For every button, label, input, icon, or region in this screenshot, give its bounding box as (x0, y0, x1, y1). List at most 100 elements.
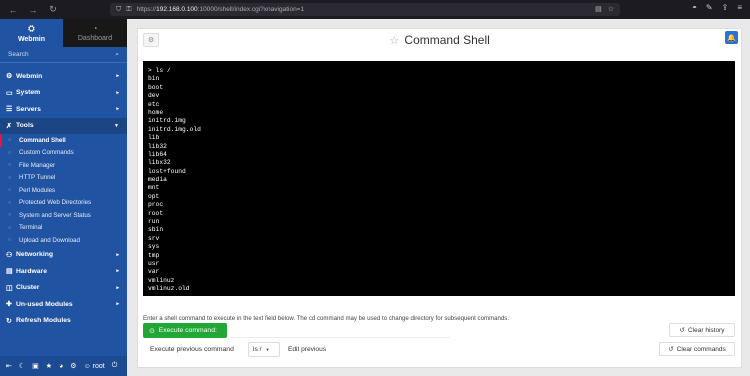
edit-previous-button[interactable]: Edit previous (284, 342, 330, 357)
sidebar-item-system[interactable]: ▭ System ▸ (0, 85, 127, 102)
monitor-icon: ▭ (6, 89, 13, 97)
terminal-line: boot (148, 83, 164, 91)
sidebar-search[interactable]: Search ⌕ (0, 47, 127, 63)
chevron-right-icon: ▸ (116, 268, 119, 275)
shield-icon: ⛉ (116, 5, 122, 13)
forward-icon[interactable]: → (26, 3, 40, 17)
check-circle-icon: ⊙ (149, 327, 155, 335)
night-mode-icon[interactable]: ☾ (19, 362, 25, 370)
sidebar-subitem[interactable]: ○ HTTP Tunnel (0, 172, 127, 185)
lock-icon: ⚿ (126, 5, 132, 13)
logout-icon[interactable]: ⇤ (6, 362, 12, 370)
wrench-icon: ✗ (6, 122, 12, 130)
terminal-line: initrd.img (148, 117, 186, 125)
favorite-star-icon[interactable]: ☆ (389, 35, 399, 47)
chevron-down-icon: ▼ (265, 347, 270, 352)
terminal-line: tmp (148, 251, 160, 259)
sidebar-subitem[interactable]: ○ Protected Web Directories (0, 197, 127, 210)
sidebar-subitem[interactable]: ○ Upload and Download (0, 234, 127, 247)
chevron-right-icon: ▸ (116, 89, 119, 96)
sidebar-item-label: Cluster (16, 284, 40, 292)
sidebar-subitem-label: File Manager (19, 161, 56, 169)
url-text: https://192.168.0.100:10000/shell/index.… (136, 6, 305, 13)
bullet-icon: ○ (8, 237, 12, 244)
bullet-icon: ○ (8, 199, 12, 206)
tab-webmin[interactable]: ⛭ Webmin (0, 19, 63, 47)
terminal-line: libx32 (148, 159, 171, 167)
user-name: root (92, 362, 105, 370)
sidebar-item-webmin[interactable]: ⚙ Webmin ▸ (0, 68, 127, 85)
puzzle-icon: ✚ (6, 301, 12, 309)
clear-history-button[interactable]: ↺ Clear history (669, 323, 735, 337)
sidebar-item-tools[interactable]: ✗ Tools ▼ (0, 117, 127, 134)
dashboard-icon: ◔ (92, 24, 98, 33)
chevron-right-icon: ▸ (116, 106, 119, 113)
terminal-line: bin (148, 75, 160, 83)
reload-icon[interactable]: ↻ (46, 3, 60, 17)
previous-command-label: Execute previous command (150, 346, 234, 353)
terminal-line: etc (148, 100, 160, 108)
sidebar-item-networking[interactable]: ⚇ Networking ▸ (0, 247, 127, 264)
cluster-icon: ◫ (6, 284, 13, 292)
sidebar-subitem[interactable]: ○ Custom Commands (0, 147, 127, 160)
sidebar-subitem[interactable]: ○ File Manager (0, 159, 127, 172)
sidebar-item-label: Servers (16, 105, 41, 113)
sidebar-item-label: Webmin (16, 72, 43, 80)
sidebar-subitem[interactable]: ○ System and Server Status (0, 209, 127, 222)
extensions-icon[interactable]: ✎ (706, 3, 713, 12)
sidebar-subitem-label: Terminal (19, 224, 43, 232)
power-icon[interactable]: ⏻ (112, 362, 118, 370)
url-bar[interactable]: ⛉ ⚿ https://192.168.0.100:10000/shell/in… (110, 3, 620, 16)
previous-command-select[interactable]: ls / ▼ (248, 342, 280, 357)
sidebar-item-un-used-modules[interactable]: ✚ Un-used Modules ▸ (0, 296, 127, 313)
webmin-logo-icon: ⛭ (28, 23, 35, 33)
command-input[interactable] (230, 323, 450, 338)
terminal-line: mnt (148, 184, 160, 192)
bullet-icon: ○ (8, 137, 12, 144)
bullet-icon: ○ (8, 174, 12, 181)
server-icon: ☰ (6, 106, 13, 114)
theme-icon[interactable]: ◕ (59, 363, 63, 370)
sidebar-subitem[interactable]: ○ Perl Modules (0, 184, 127, 197)
gear-icon: ⚙ (6, 73, 13, 81)
sidebar-item-cluster[interactable]: ◫ Cluster ▸ (0, 280, 127, 297)
terminal-line: dev (148, 92, 160, 100)
terminal-line: lib32 (148, 142, 167, 150)
chevron-right-icon: ▸ (116, 284, 119, 291)
sidebar-subitem[interactable]: ○ Command Shell (0, 134, 127, 147)
sidebar-item-servers[interactable]: ☰ Servers ▸ (0, 101, 127, 118)
sidebar-item-label: Refresh Modules (16, 317, 71, 325)
sidebar-subitem[interactable]: ○ Terminal (0, 222, 127, 235)
terminal-line: lost+found (148, 167, 186, 175)
sidebar-subitem-label: Protected Web Directories (19, 199, 92, 207)
terminal-line: usr (148, 259, 160, 267)
user-icon[interactable]: ☺ root (84, 363, 105, 370)
bookmark-star-icon[interactable]: ☆ (608, 5, 614, 13)
sidebar-item-hardware[interactable]: ▤ Hardware ▸ (0, 263, 127, 280)
bullet-icon: ○ (8, 149, 12, 156)
browser-toolbar: ← → ↻ ⛉ ⚿ https://192.168.0.100:10000/sh… (0, 0, 750, 19)
favorites-icon[interactable]: ★ (46, 362, 52, 370)
clear-commands-button[interactable]: ↺ Clear commands (659, 342, 735, 356)
notifications-icon[interactable]: 🔔 (725, 31, 738, 44)
sidebar-item-refresh-modules[interactable]: ↻ Refresh Modules (0, 313, 127, 330)
sidebar-item-label: System (16, 89, 41, 97)
terminal-line: sbin (148, 226, 164, 234)
back-icon[interactable]: ← (6, 3, 20, 17)
execute-command-button[interactable]: ⊙ Execute command: (143, 323, 227, 338)
sidebar-subitem-label: Upload and Download (19, 236, 80, 244)
share-icon[interactable]: ⇪ (722, 3, 729, 12)
menu-icon[interactable]: ≡ (737, 3, 742, 12)
terminal-line: var (148, 268, 160, 276)
page-title: ☆ Command Shell (138, 33, 741, 47)
sidebar-item-label: Un-used Modules (16, 300, 73, 308)
pocket-icon[interactable]: ◓ (692, 3, 697, 12)
bullet-icon: ○ (8, 224, 12, 231)
main-area: ⚙ ☆ Command Shell 🔔 > ls / bin boot dev etc h… (127, 19, 750, 376)
reader-icon[interactable]: ▤ (595, 5, 602, 13)
sidebar-item-label: Hardware (16, 267, 47, 275)
settings-icon[interactable]: ⚙ (70, 362, 76, 370)
tab-dashboard[interactable]: ◔ Dashboard (63, 19, 127, 47)
terminal-icon[interactable]: ▣ (32, 362, 39, 370)
sidebar-subitem-label: HTTP Tunnel (19, 174, 56, 182)
